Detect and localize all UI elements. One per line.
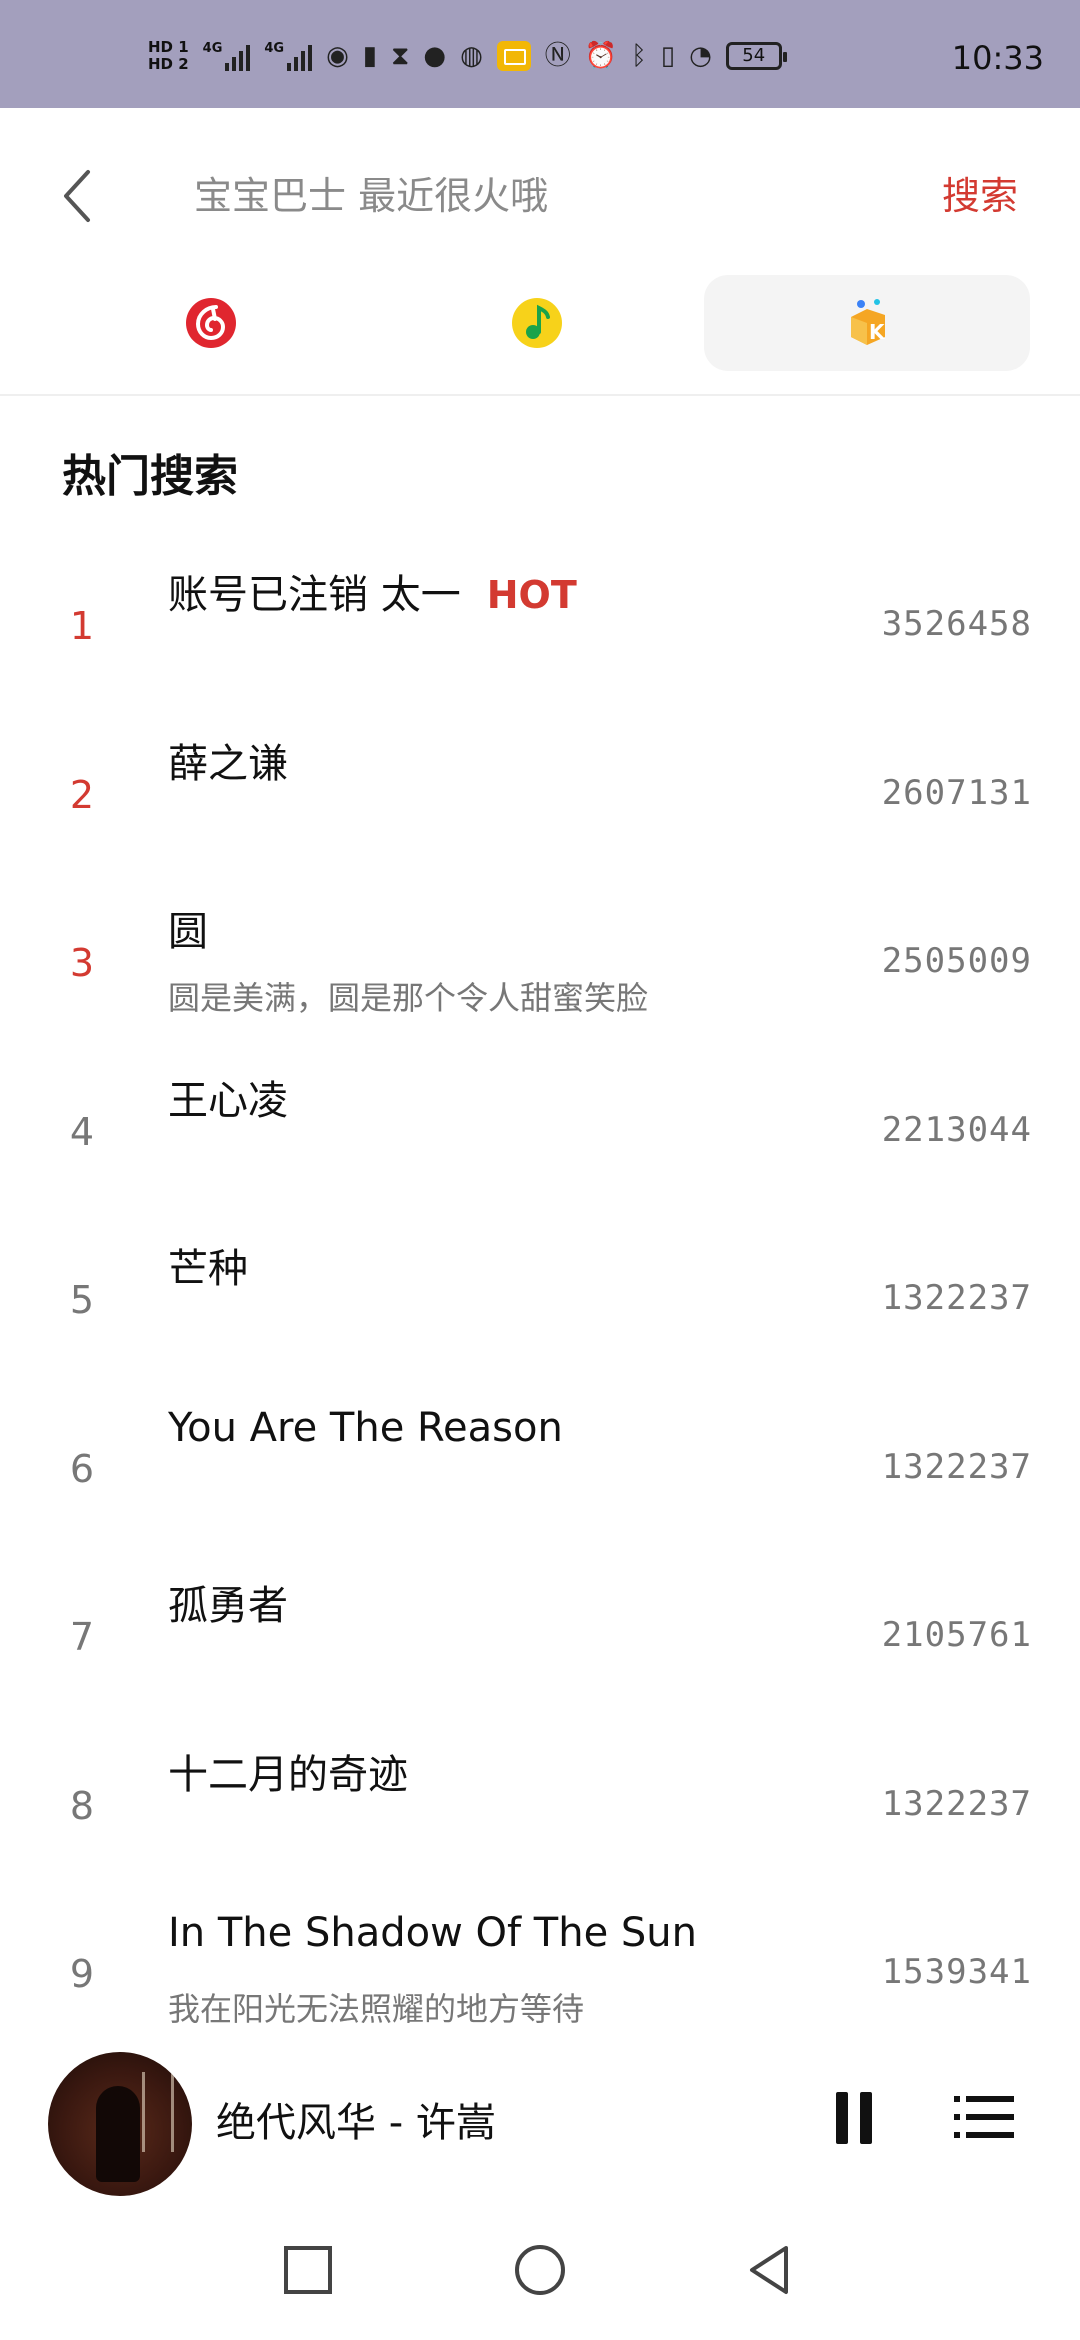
triangle-back-icon [750, 2246, 788, 2294]
recents-button[interactable] [238, 2200, 378, 2340]
item-title-wrap: 王心凌 [168, 1068, 288, 1126]
item-title-wrap: 账号已注销 太一 HOT [168, 562, 577, 620]
hot-search-item[interactable]: 7 孤勇者 2105761 [0, 1551, 1080, 1719]
item-title-wrap: 薛之谦 [168, 731, 288, 789]
back-button[interactable] [58, 166, 98, 226]
item-title-wrap: 圆 [168, 899, 208, 957]
item-title: 孤勇者 [168, 1583, 288, 1629]
signal-2-icon: 4G [264, 41, 313, 71]
item-title-wrap: In The Shadow Of The Sun [168, 1910, 697, 1956]
item-title-wrap: 十二月的奇迹 [168, 1742, 408, 1800]
hot-search-item[interactable]: 2 薛之谦 2607131 [0, 709, 1080, 877]
browser-icon: ◍ [460, 41, 483, 71]
item-title-wrap: You Are The Reason [168, 1405, 563, 1451]
status-icons: HD 1 HD 2 4G 4G ◉ ▮ ⧗ ● ◍ Ⓝ ⏰ ᛒ ▯ ◔ 54 [148, 36, 787, 76]
mail-icon [496, 41, 531, 71]
search-count: 1322237 [881, 1278, 1032, 1318]
album-cover[interactable] [48, 2052, 192, 2196]
bluetooth-icon: ᛒ [631, 41, 647, 71]
search-count: 1322237 [881, 1446, 1032, 1487]
rank-number: 2 [69, 772, 95, 817]
hd2-label: HD 2 [148, 55, 189, 73]
network-2-label: 4G [264, 41, 285, 56]
pause-icon [836, 2092, 848, 2144]
hot-search-item[interactable]: 4 王心凌 2213044 [0, 1046, 1080, 1214]
playlist-icon [954, 2096, 1014, 2138]
item-title: 王心凌 [168, 1077, 288, 1124]
clock: 10:33 [951, 39, 1044, 77]
hotspot-icon: ◉ [326, 41, 349, 71]
item-title: 薛之谦 [168, 740, 288, 787]
hot-search-item[interactable]: 1 账号已注销 太一 HOT 3526458 [0, 540, 1080, 708]
system-nav-bar [0, 2200, 1080, 2340]
search-header: 搜索 [0, 108, 1080, 278]
nfc-icon: Ⓝ [544, 41, 571, 71]
speed-icon: ◔ [689, 41, 712, 71]
search-input[interactable] [194, 166, 794, 226]
signal-1-icon: 4G [203, 41, 251, 71]
nav-back-button[interactable] [700, 2200, 840, 2340]
hot-search-item[interactable]: 5 芒种 1322237 [0, 1214, 1080, 1382]
search-count: 2505009 [881, 941, 1032, 981]
item-title-wrap: 芒种 [168, 1236, 248, 1294]
rank-number: 3 [69, 941, 95, 985]
search-count: 2105761 [881, 1615, 1032, 1655]
item-title: 十二月的奇迹 [168, 1751, 408, 1798]
rank-number: 7 [69, 1615, 95, 1659]
hot-search-item[interactable]: 3 圆圆是美满，圆是那个令人甜蜜笑脸 2505009 [0, 877, 1080, 1045]
pause-button[interactable] [836, 2092, 872, 2144]
square-icon [284, 2246, 332, 2294]
rank-number: 4 [69, 1109, 95, 1154]
kuwo-music-icon: K [839, 295, 895, 351]
item-title: You Are The Reason [168, 1404, 563, 1451]
item-title: 圆 [168, 909, 208, 955]
data-usage-icon: ▮ [362, 41, 378, 71]
item-subtitle: 我在阳光无法照耀的地方等待 [168, 1990, 585, 2028]
rank-number: 1 [69, 604, 95, 648]
item-title-wrap: 孤勇者 [168, 1573, 288, 1631]
vibrate-icon: ▯ [660, 41, 676, 71]
rank-number: 8 [69, 1783, 95, 1828]
circle-icon [515, 2245, 565, 2295]
now-playing-title: 绝代风华 - 许嵩 [216, 2100, 496, 2146]
hd-indicator: HD 1 HD 2 [148, 39, 189, 73]
item-subtitle: 圆是美满，圆是那个令人甜蜜笑脸 [168, 979, 649, 1017]
tab-qq-music[interactable] [374, 275, 700, 371]
header-divider [0, 394, 1080, 396]
item-title: 账号已注销 太一 [168, 572, 461, 618]
status-bar: HD 1 HD 2 4G 4G ◉ ▮ ⧗ ● ◍ Ⓝ ⏰ ᛒ ▯ ◔ 54 1… [0, 0, 1080, 108]
rank-number: 9 [69, 1952, 95, 1996]
alarm-icon: ⏰ [584, 41, 618, 71]
search-count: 2213044 [881, 1109, 1032, 1150]
search-count: 3526458 [881, 604, 1032, 644]
svg-text:K: K [869, 320, 886, 344]
hd1-label: HD 1 [148, 38, 189, 56]
netease-cloud-music-icon [183, 295, 239, 351]
hot-search-title: 热门搜索 [62, 451, 238, 502]
hot-search-item[interactable]: 8 十二月的奇迹 1322237 [0, 1720, 1080, 1888]
hourglass-icon: ⧗ [391, 41, 410, 71]
rank-number: 6 [69, 1446, 95, 1491]
item-title: In The Shadow Of The Sun [168, 1910, 698, 1956]
playlist-button[interactable] [954, 2094, 1014, 2140]
battery-icon: 54 [725, 42, 787, 70]
source-tabs: K [0, 275, 1080, 375]
tab-kuwo-music[interactable]: K [704, 275, 1030, 371]
chevron-left-icon [64, 170, 90, 222]
network-1-label: 4G [202, 41, 223, 56]
search-count: 1322237 [881, 1783, 1032, 1824]
hot-search-item[interactable]: 9 In The Shadow Of The Sun 我在阳光无法照耀的地方等待 15… [0, 1888, 1080, 2056]
tab-netease-music[interactable] [48, 275, 374, 371]
home-button[interactable] [470, 2200, 610, 2340]
rank-number: 5 [69, 1278, 95, 1322]
search-button[interactable]: 搜索 [942, 166, 1018, 226]
qq-music-icon [509, 295, 565, 351]
hot-search-item[interactable]: 6 You Are The Reason 1322237 [0, 1383, 1080, 1551]
search-count: 2607131 [881, 772, 1032, 813]
item-title: 芒种 [168, 1246, 248, 1292]
hot-badge: HOT [486, 573, 577, 617]
chat-bubble-icon: ● [423, 41, 447, 71]
mini-player[interactable]: 绝代风华 - 许嵩 [0, 2040, 1080, 2200]
search-count: 1539341 [881, 1952, 1032, 1992]
